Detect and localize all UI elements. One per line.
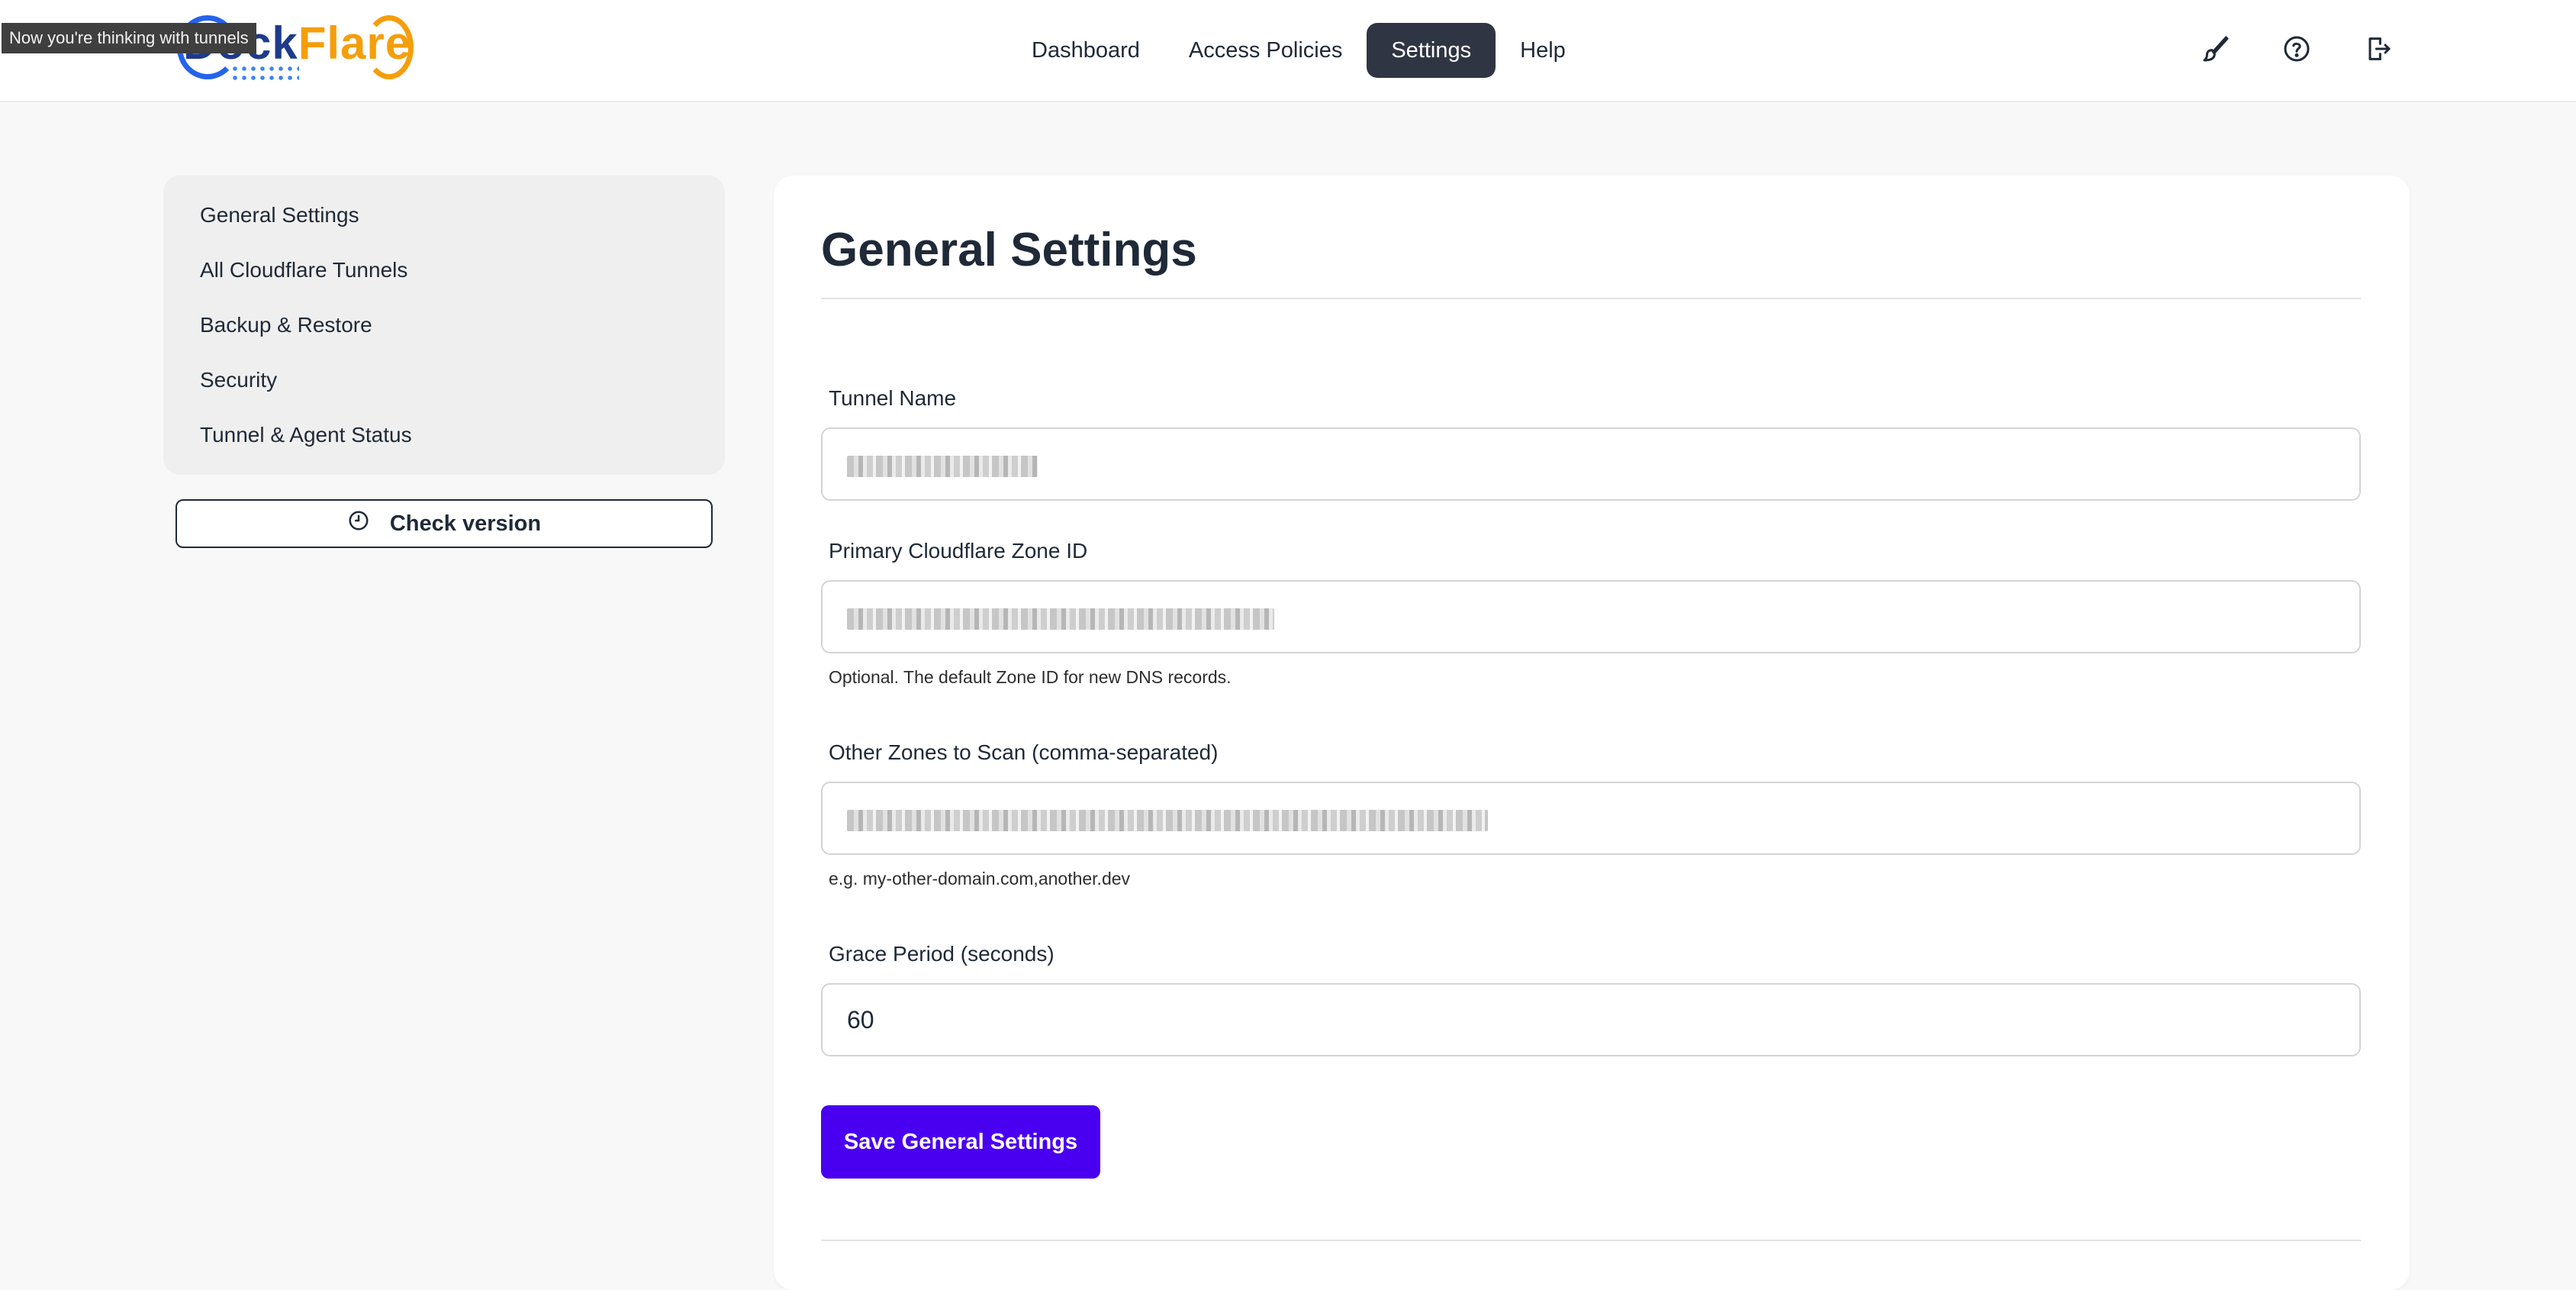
logo-ring-right: [365, 15, 414, 79]
sidebar-item-tunnel-agent-status[interactable]: Tunnel & Agent Status: [200, 418, 725, 473]
section-divider: [821, 1240, 2361, 1241]
zone-id-input[interactable]: [821, 580, 2361, 653]
logo-tooltip: Now you're thinking with tunnels: [2, 23, 256, 53]
zone-id-label: Primary Cloudflare Zone ID: [829, 539, 1088, 563]
main-nav: Dashboard Access Policies Settings Help: [1007, 23, 1590, 78]
other-zones-input[interactable]: [821, 782, 2361, 855]
grace-period-label: Grace Period (seconds): [829, 942, 1055, 966]
redacted-value: [847, 455, 1038, 477]
help-circle-icon[interactable]: [2278, 31, 2315, 67]
redacted-value: [847, 809, 1488, 831]
top-header: DockFlare Now you're thinking with tunne…: [0, 0, 2576, 102]
grace-period-input[interactable]: 60: [821, 983, 2361, 1056]
check-version-label: Check version: [389, 511, 542, 536]
page-title: General Settings: [821, 224, 1197, 276]
redacted-value: [847, 608, 1274, 630]
sidebar-item-general-settings[interactable]: General Settings: [200, 198, 725, 253]
zone-id-help: Optional. The default Zone ID for new DN…: [829, 667, 1232, 687]
other-zones-help: e.g. my-other-domain.com,another.dev: [829, 869, 1131, 888]
tunnel-name-label: Tunnel Name: [829, 386, 957, 410]
logout-icon[interactable]: [2359, 31, 2396, 67]
sidebar-item-backup-restore[interactable]: Backup & Restore: [200, 308, 725, 363]
general-settings-card: General Settings Tunnel Name Primary Clo…: [774, 176, 2410, 1290]
settings-sidebar: General Settings All Cloudflare Tunnels …: [163, 176, 725, 475]
tunnel-name-input[interactable]: [821, 427, 2361, 501]
nav-dashboard[interactable]: Dashboard: [1007, 23, 1164, 78]
save-general-settings-button[interactable]: Save General Settings: [821, 1105, 1100, 1179]
other-zones-label: Other Zones to Scan (comma-separated): [829, 740, 1219, 764]
header-icon-group: [2198, 31, 2396, 67]
check-version-button[interactable]: Check version: [175, 499, 713, 548]
sidebar-item-all-cloudflare-tunnels[interactable]: All Cloudflare Tunnels: [200, 253, 725, 308]
sidebar-item-security[interactable]: Security: [200, 363, 725, 418]
nav-settings[interactable]: Settings: [1367, 23, 1496, 78]
nav-access-policies[interactable]: Access Policies: [1164, 23, 1367, 78]
title-divider: [821, 298, 2361, 299]
brush-icon[interactable]: [2198, 31, 2234, 67]
logo-dots: [230, 64, 299, 84]
clock-icon: [347, 509, 370, 538]
nav-help[interactable]: Help: [1496, 23, 1590, 78]
